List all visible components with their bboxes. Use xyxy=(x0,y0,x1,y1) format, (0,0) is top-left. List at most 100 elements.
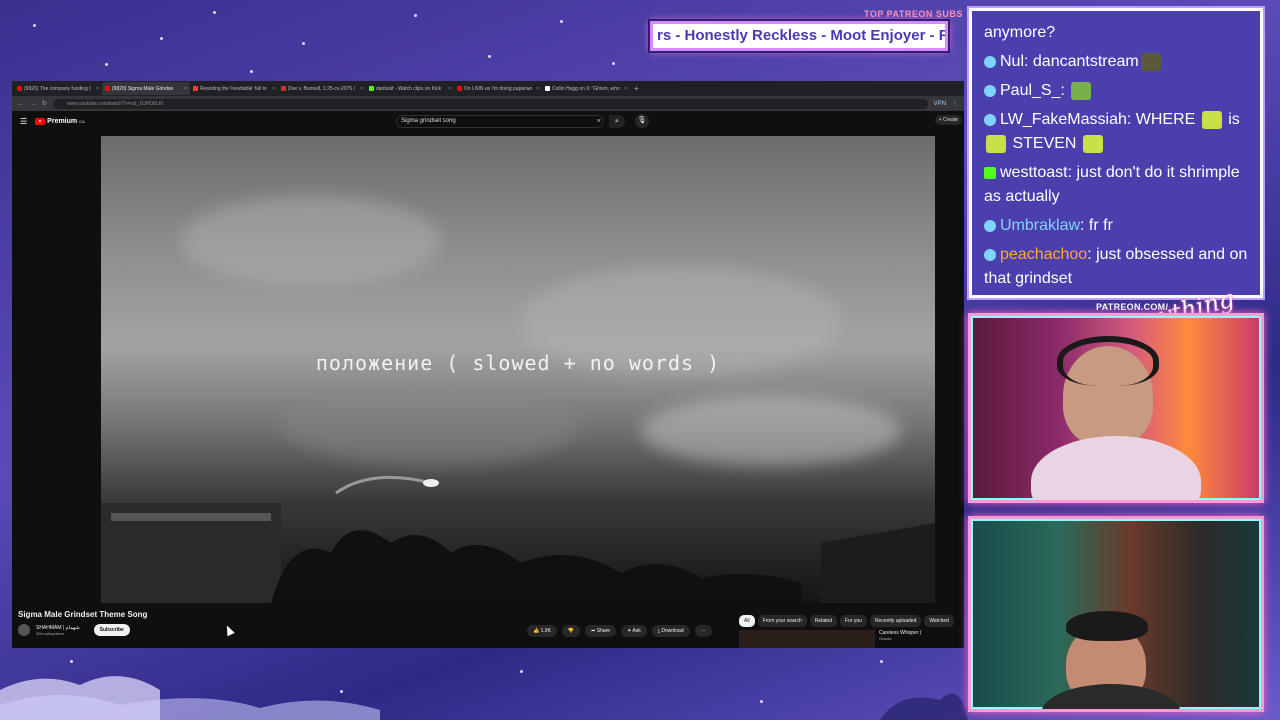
chip-recently-uploaded[interactable]: Recently uploaded xyxy=(869,615,922,627)
cloud xyxy=(641,396,901,466)
tab-close-icon[interactable]: × xyxy=(184,86,187,92)
tab-favicon-icon xyxy=(457,86,462,91)
browser-tab[interactable]: Doe v. Bonnell, 1:25-cv-2075 /× xyxy=(278,82,366,95)
address-bar: ← → ↻ www.youtube.com/watch?v=xxl_1OHD8L… xyxy=(12,96,964,111)
kick-badge-icon xyxy=(984,166,996,179)
youtube-logo[interactable]: Premium CA xyxy=(35,117,85,125)
extensions-icon[interactable]: ⋮ xyxy=(952,100,958,107)
download-button[interactable]: ⤓ Download xyxy=(651,625,690,637)
thumbs-up-icon: 👍 xyxy=(533,628,541,634)
related-video-item[interactable]: Careless Whisper ( Gosaix xyxy=(739,630,964,648)
chat-message: LW_FakeMassiah: WHERE is STEVEN xyxy=(984,108,1248,156)
related-filter-chips: All From your search Related For you Rec… xyxy=(739,615,954,627)
browser-tab[interactable]: dantusif - Watch clips on Kick × xyxy=(366,82,454,95)
tab-favicon-icon xyxy=(105,86,110,91)
youtube-play-icon xyxy=(35,117,46,125)
related-video-thumbnail[interactable] xyxy=(739,630,875,648)
chip-related[interactable]: Related xyxy=(809,615,837,627)
share-button[interactable]: ➦ Share xyxy=(585,625,617,637)
ask-button[interactable]: ✦ Ask xyxy=(621,625,647,637)
chat-message: peachachoo: just obsessed and on that gr… xyxy=(984,246,1248,287)
tab-close-icon[interactable]: × xyxy=(272,86,275,92)
channel-info: SHAHMAM | شهمام 906 subscribers Subscrib… xyxy=(18,624,130,636)
headphones-icon xyxy=(1057,336,1159,386)
new-tab-button[interactable]: + xyxy=(634,84,639,93)
tab-close-icon[interactable]: × xyxy=(624,86,627,92)
tab-favicon-icon xyxy=(193,86,198,91)
platform-badge-icon xyxy=(984,248,996,261)
streamer-2-cap xyxy=(1066,611,1148,641)
chip-all[interactable]: All xyxy=(739,615,755,627)
cloud xyxy=(181,196,441,286)
browser-tab[interactable]: Collin Hagg on X: 'Ghism, who × xyxy=(542,82,630,95)
stream-chat-box: anymore? Nul: dancantstream Paul_S_: LW_… xyxy=(969,8,1263,298)
cloud xyxy=(281,386,581,466)
video-player[interactable]: положение ( slowed + no words ) xyxy=(101,136,935,603)
like-button[interactable]: 👍 1.9K xyxy=(527,625,557,637)
video-actions: 👍 1.9K 👎 ➦ Share ✦ Ask ⤓ Download ··· xyxy=(527,625,712,637)
voice-search-button[interactable]: 🎙 xyxy=(635,114,649,128)
browser-tab[interactable]: Resisting the 'inevitable' fall to × xyxy=(190,82,278,95)
subscribe-button[interactable]: Subscribe xyxy=(93,624,130,636)
tab-favicon-icon xyxy=(281,86,286,91)
browser-tab-active[interactable]: (9820) Sigma Male Grindse × xyxy=(102,82,190,95)
tab-close-icon[interactable]: × xyxy=(360,86,363,92)
video-caption-text: положение ( slowed + no words ) xyxy=(315,351,721,375)
forward-arrow-icon[interactable]: → xyxy=(30,101,36,107)
vpn-badge[interactable]: VPN xyxy=(934,101,946,107)
browser-tab[interactable]: (9820) The company funding t × xyxy=(14,82,102,95)
emote-icon xyxy=(1071,81,1092,100)
chat-message: Paul_S_: xyxy=(984,79,1248,103)
browser-window: (9820) The company funding t × (9820) Sig… xyxy=(12,81,964,648)
webcam-streamer-1 xyxy=(968,313,1264,503)
webcam-streamer-2 xyxy=(968,516,1264,712)
microphone-icon: 🎙 xyxy=(637,117,647,124)
emote-icon xyxy=(1140,52,1161,71)
streamer-1-body xyxy=(1031,436,1201,500)
channel-name[interactable]: SHAHMAM | شهمام xyxy=(36,625,80,631)
thumbs-down-icon: 👎 xyxy=(567,628,575,634)
tab-favicon-icon xyxy=(17,86,22,91)
top-patreon-subs-label: TOP PATREON SUBS xyxy=(864,9,963,19)
emote-icon xyxy=(1201,110,1222,129)
menu-icon[interactable]: ☰ xyxy=(20,117,27,126)
chat-message: Nul: dancantstream xyxy=(984,50,1248,74)
search-icon: ⌕ xyxy=(615,118,619,125)
browser-tab[interactable]: On LNIN as I'm doing paparwo × xyxy=(454,82,542,95)
tab-bar: (9820) The company funding t × (9820) Sig… xyxy=(12,81,964,96)
create-button[interactable]: + Create xyxy=(934,115,962,125)
emote-icon xyxy=(986,134,1006,153)
chip-for-you[interactable]: For you xyxy=(839,615,867,627)
tab-close-icon[interactable]: × xyxy=(448,86,451,92)
back-arrow-icon[interactable]: ← xyxy=(18,101,24,107)
streamer-2-body xyxy=(1041,684,1181,709)
tab-close-icon[interactable]: × xyxy=(536,86,539,92)
related-video-channel: Gosaix xyxy=(879,636,892,641)
platform-badge-icon xyxy=(984,84,996,97)
video-scene-silhouette xyxy=(101,475,935,603)
chat-message: westtoast: just don't do it shrimple as … xyxy=(984,164,1240,205)
search-input[interactable]: Sigma grindset song × xyxy=(396,115,604,128)
youtube-header: ☰ Premium CA Sigma grindset song × ⌕ 🎙 +… xyxy=(12,111,964,131)
channel-avatar[interactable] xyxy=(18,624,30,636)
tab-favicon-icon xyxy=(545,86,550,91)
dislike-button[interactable]: 👎 xyxy=(561,625,581,637)
chat-message: anymore? xyxy=(984,24,1056,41)
emote-icon xyxy=(1082,134,1103,153)
tab-close-icon[interactable]: × xyxy=(96,86,99,92)
platform-badge-icon xyxy=(984,219,996,232)
reload-icon[interactable]: ↻ xyxy=(42,100,47,107)
channel-subscriber-count: 906 subscribers xyxy=(36,630,65,636)
url-field[interactable]: www.youtube.com/watch?v=xxl_1OHD8LKf xyxy=(53,98,928,109)
patreon-subs-ticker: rs - Honestly Reckless - Moot Enjoyer - … xyxy=(650,21,948,51)
more-actions-button[interactable]: ··· xyxy=(694,625,712,637)
platform-badge-icon xyxy=(984,113,996,126)
chip-from-your-search[interactable]: From your search xyxy=(757,615,807,627)
chat-message: Umbraklaw: fr fr xyxy=(984,214,1248,238)
tab-favicon-icon xyxy=(369,86,374,91)
platform-badge-icon xyxy=(984,55,996,68)
search-button[interactable]: ⌕ xyxy=(609,115,625,128)
clear-search-icon[interactable]: × xyxy=(597,116,601,127)
video-title: Sigma Male Grindset Theme Song xyxy=(18,610,148,619)
chip-watched[interactable]: Watched xyxy=(924,615,954,627)
